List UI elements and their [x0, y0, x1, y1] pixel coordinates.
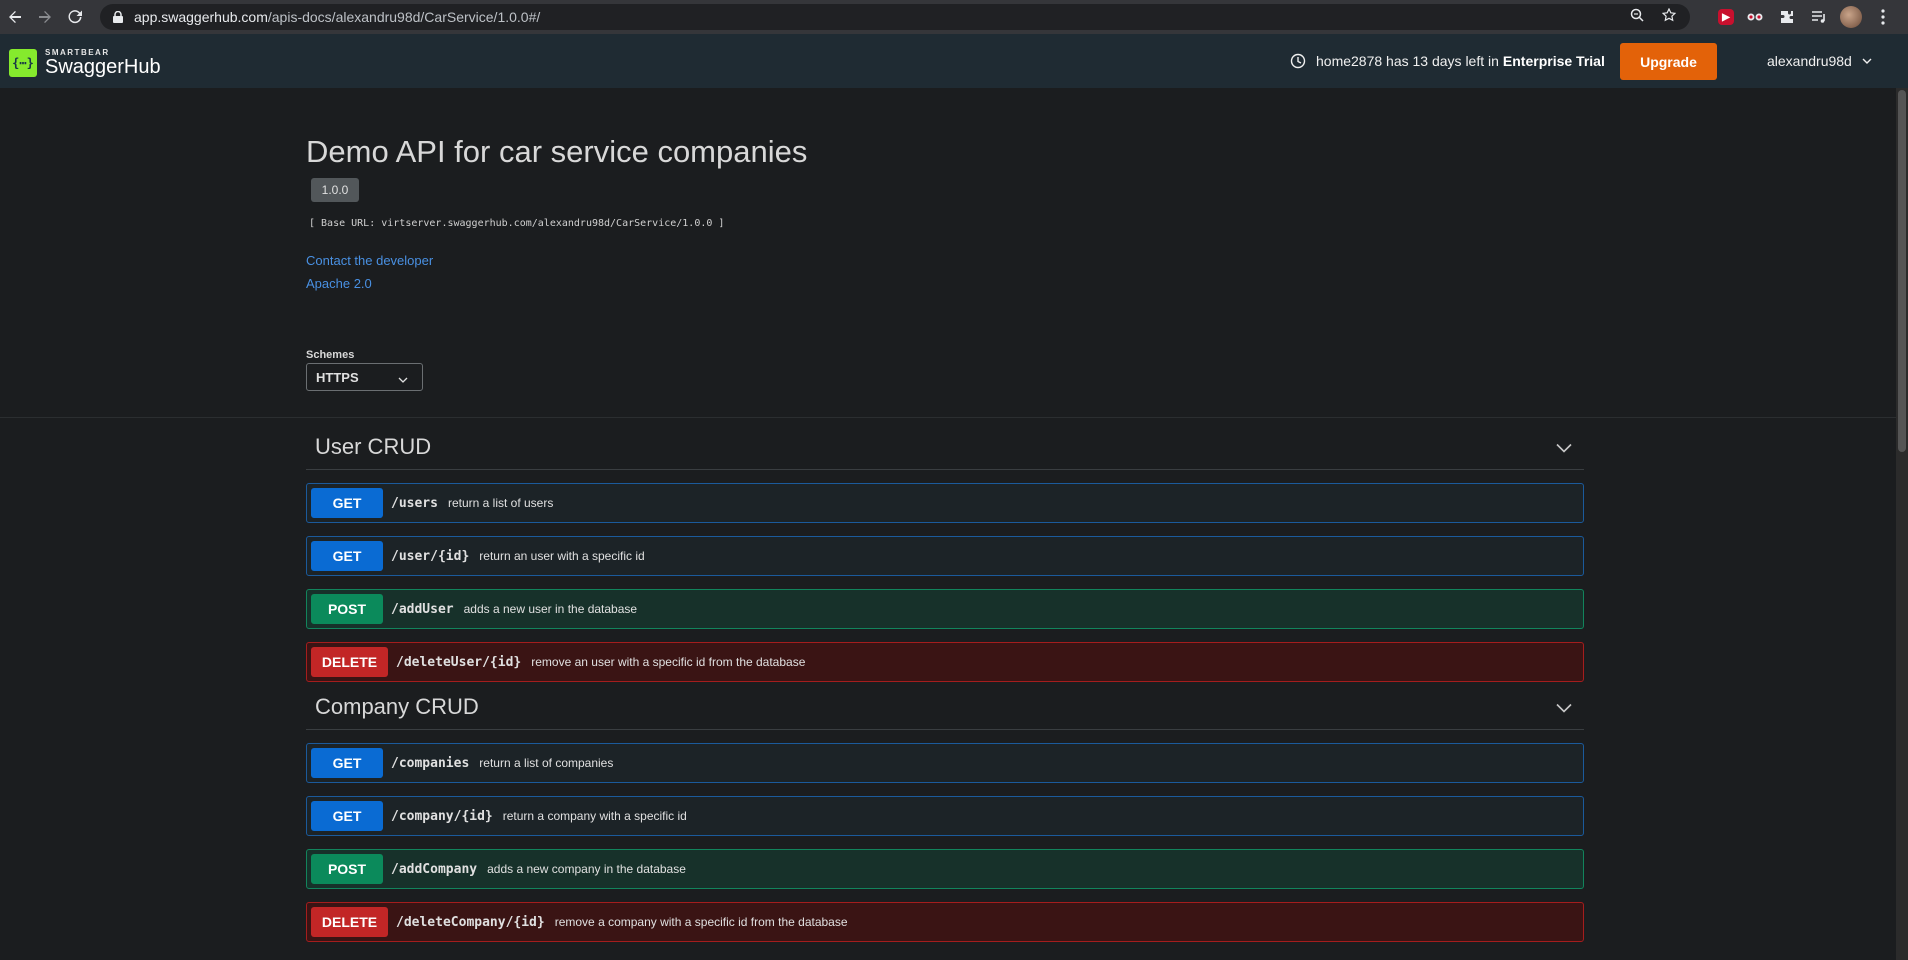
operation-get[interactable]: GET/company/{id} return a company with a …: [306, 796, 1584, 836]
scrollbar-thumb[interactable]: [1898, 90, 1906, 452]
username: alexandru98d: [1767, 53, 1852, 69]
clock-icon: [1290, 53, 1306, 69]
operation-summary: return a list of users: [447, 496, 554, 510]
method-badge: GET: [311, 748, 383, 778]
api-info: Demo API for car service companies 1.0.0…: [0, 88, 1896, 418]
version-badge: 1.0.0: [311, 178, 359, 202]
back-icon[interactable]: [0, 2, 30, 32]
chevron-down-icon[interactable]: [1556, 700, 1572, 713]
operation-path: /user/{id}: [391, 548, 470, 564]
upgrade-button[interactable]: Upgrade: [1620, 43, 1717, 80]
extension-eyes-icon[interactable]: [1744, 6, 1766, 28]
trial-notice: home2878 has 13 days left in Enterprise …: [1290, 53, 1605, 69]
lock-icon: [110, 9, 126, 25]
schemes-label: Schemes: [306, 349, 355, 361]
operation-summary: return a list of companies: [479, 756, 614, 770]
operation-group: User CRUD GET/users return a list of users…: [306, 418, 1584, 682]
api-title: Demo API for car service companies: [306, 134, 808, 169]
operation-delete[interactable]: DELETE/deleteCompany/{id} remove a compan…: [306, 902, 1584, 942]
operation-get[interactable]: GET/users return a list of users: [306, 483, 1584, 523]
trial-plan: Enterprise Trial: [1502, 53, 1605, 69]
operation-path: /companies: [391, 755, 470, 771]
method-badge: POST: [311, 594, 383, 624]
operation-post[interactable]: POST/addUser adds a new user in the datab…: [306, 589, 1584, 629]
method-badge: GET: [311, 541, 383, 571]
playlist-icon[interactable]: [1808, 6, 1830, 28]
operation-get[interactable]: GET/user/{id} return an user with a speci…: [306, 536, 1584, 576]
zoom-icon[interactable]: [1628, 8, 1646, 25]
schemes-value: HTTPS: [316, 369, 359, 385]
operation-summary: remove a company with a specific id from…: [554, 915, 848, 929]
page-scrollbar[interactable]: [1896, 88, 1908, 960]
operation-path: /company/{id}: [391, 808, 493, 824]
method-badge: GET: [311, 488, 383, 518]
operation-path: /addCompany: [391, 861, 478, 877]
group-title: User CRUD: [315, 434, 432, 459]
operation-summary: return an user with a specific id: [479, 549, 645, 563]
chevron-down-icon[interactable]: [1556, 440, 1572, 453]
menu-icon[interactable]: [1872, 6, 1894, 28]
operation-get[interactable]: GET/companies return a list of companies: [306, 743, 1584, 783]
operation-path: /addUser: [391, 601, 454, 617]
reload-icon[interactable]: [60, 2, 90, 32]
swaggerhub-logo[interactable]: {⋯} SMARTBEAR SwaggerHub: [9, 48, 161, 77]
star-icon[interactable]: [1660, 7, 1678, 25]
forward-icon[interactable]: [30, 2, 60, 32]
swaggerhub-logo-icon: {⋯}: [9, 48, 37, 77]
operation-post[interactable]: POST/addCompany adds a new company in the…: [306, 849, 1584, 889]
chevron-down-icon: [398, 372, 408, 387]
group-title: Company CRUD: [315, 694, 479, 719]
profile-avatar[interactable]: [1840, 6, 1862, 28]
method-badge: GET: [311, 801, 383, 831]
address-bar[interactable]: app.swaggerhub.com/apis-docs/alexandru98…: [100, 4, 1690, 30]
chevron-down-icon: [1862, 56, 1872, 66]
operation-group: Company CRUD GET/companies return a list o…: [306, 678, 1584, 942]
operation-summary: adds a new company in the database: [487, 862, 686, 876]
operation-summary: return a company with a specific id: [502, 809, 687, 823]
group-header[interactable]: User CRUD: [306, 418, 1584, 470]
operation-delete[interactable]: DELETE/deleteUser/{id} remove an user wit…: [306, 642, 1584, 682]
app-header: {⋯} SMARTBEAR SwaggerHub home2878 has 13…: [0, 34, 1908, 88]
extension-red-icon[interactable]: ▶: [1718, 9, 1734, 25]
operation-summary: remove an user with a specific id from t…: [531, 655, 806, 669]
group-header[interactable]: Company CRUD: [306, 678, 1584, 730]
schemes-select[interactable]: HTTPS: [306, 363, 423, 391]
method-badge: DELETE: [311, 647, 388, 677]
operation-path: /deleteCompany/{id}: [396, 914, 545, 930]
operation-path: /users: [391, 495, 438, 511]
url-text: app.swaggerhub.com/apis-docs/alexandru98…: [134, 9, 541, 25]
browser-toolbar: app.swaggerhub.com/apis-docs/alexandru98…: [0, 0, 1908, 34]
trial-text: home2878 has 13 days left in: [1316, 53, 1499, 69]
operation-path: /deleteUser/{id}: [396, 654, 522, 670]
method-badge: DELETE: [311, 907, 388, 937]
logo-big-text: SwaggerHub: [45, 56, 161, 78]
extension-icon[interactable]: [1776, 6, 1798, 28]
operation-summary: adds a new user in the database: [463, 602, 638, 616]
contact-link[interactable]: Contact the developer: [306, 253, 433, 268]
base-url: [ Base URL: virtserver.swaggerhub.com/al…: [309, 218, 725, 229]
user-menu[interactable]: alexandru98d: [1767, 53, 1872, 69]
license-link[interactable]: Apache 2.0: [306, 276, 372, 291]
method-badge: POST: [311, 854, 383, 884]
